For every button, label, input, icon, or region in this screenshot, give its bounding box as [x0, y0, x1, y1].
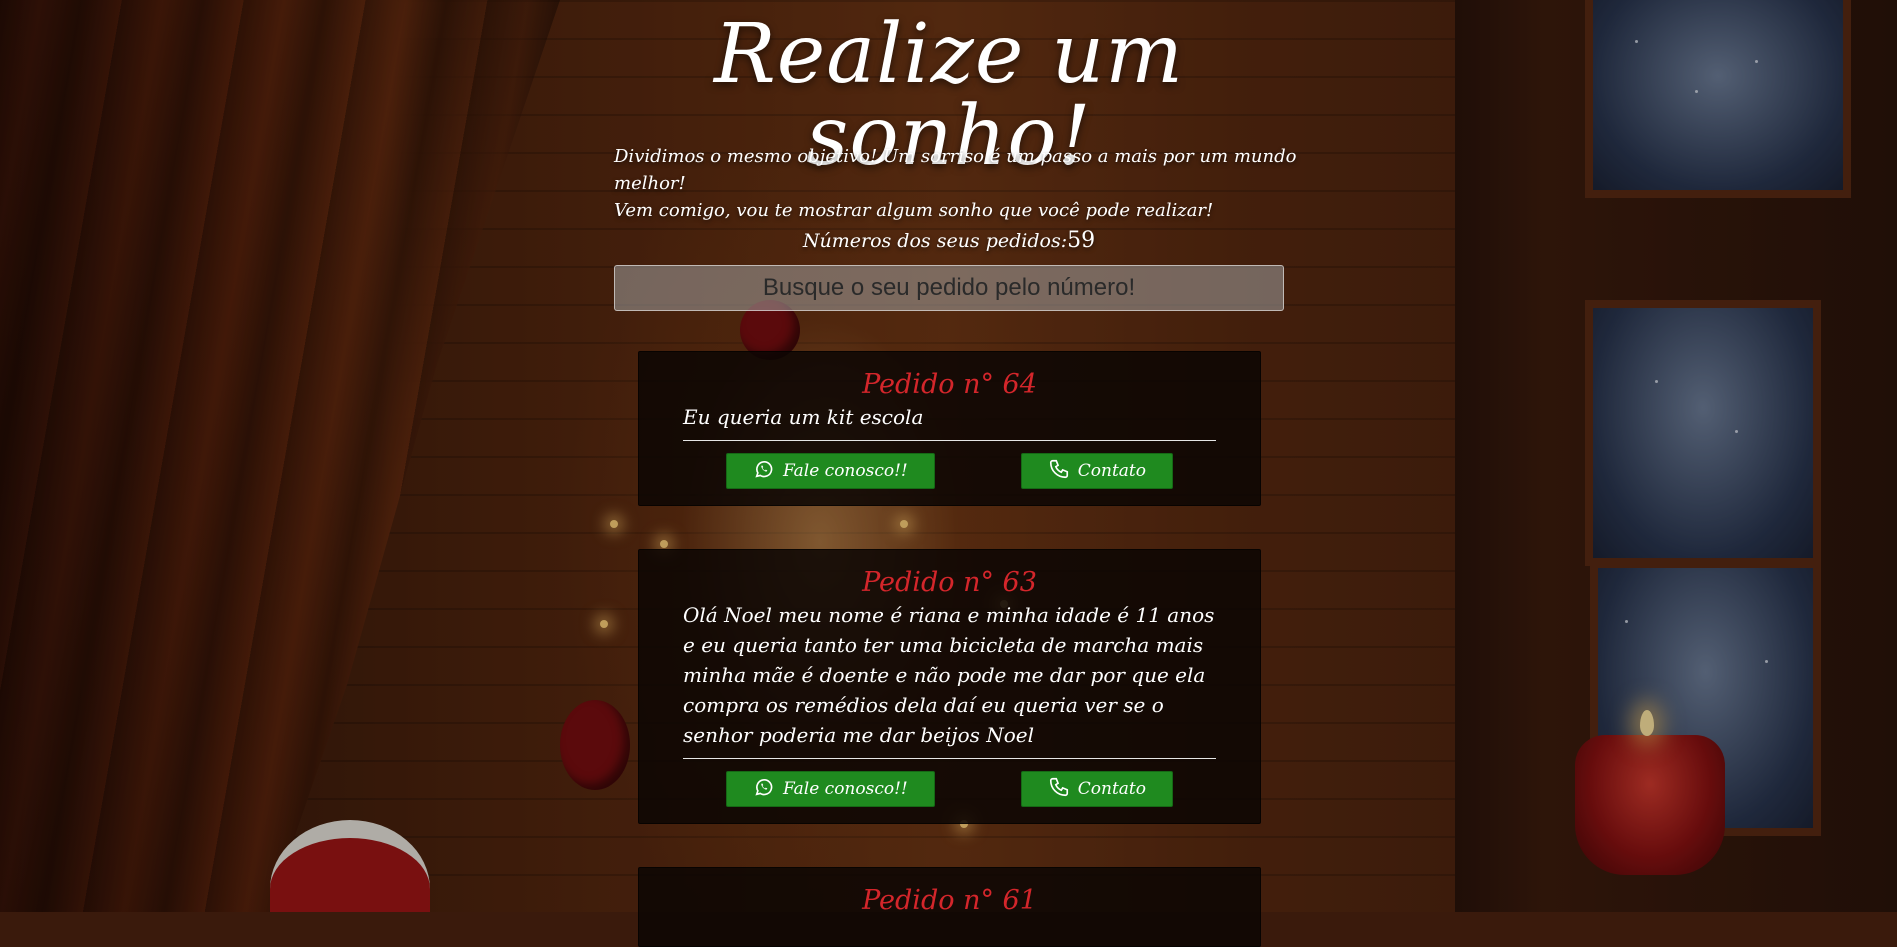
order-text: Olá Noel meu nome é riana e minha idade …	[683, 600, 1216, 759]
contact-button[interactable]: Contato	[1020, 453, 1173, 489]
whatsapp-button-label: Fale conosco!!	[783, 461, 908, 481]
whatsapp-icon	[753, 458, 775, 485]
order-text: Eu queria um kit escola	[683, 402, 1216, 441]
whatsapp-button[interactable]: Fale conosco!!	[726, 453, 935, 489]
order-title: Pedido n° 61	[862, 885, 1037, 916]
order-card: Pedido n° 63 Olá Noel meu nome é riana e…	[638, 549, 1261, 824]
phone-icon	[1048, 458, 1070, 485]
contact-button-label: Contato	[1077, 461, 1146, 481]
order-title: Pedido n° 63	[862, 567, 1037, 598]
order-actions: Fale conosco!! Contato	[683, 759, 1216, 807]
subtitle-line-2: Vem comigo, vou te mostrar algum sonho q…	[614, 200, 1214, 221]
order-card: Pedido n° 61	[638, 867, 1261, 947]
order-title: Pedido n° 64	[862, 369, 1037, 400]
order-actions: Fale conosco!! Contato	[683, 441, 1216, 489]
whatsapp-button-label: Fale conosco!!	[783, 779, 908, 799]
hero-subtitle: Dividimos o mesmo objetivo! Um sorriso é…	[614, 143, 1304, 224]
whatsapp-icon	[753, 776, 775, 803]
orders-count: Números dos seus pedidos:59	[614, 228, 1284, 253]
orders-count-value: 59	[1067, 228, 1096, 253]
whatsapp-button[interactable]: Fale conosco!!	[726, 771, 935, 807]
order-card: Pedido n° 64 Eu queria um kit escola Fal…	[638, 351, 1261, 506]
phone-icon	[1048, 776, 1070, 803]
search-input[interactable]	[614, 265, 1284, 311]
contact-button[interactable]: Contato	[1020, 771, 1173, 807]
subtitle-line-1: Dividimos o mesmo objetivo! Um sorriso é…	[614, 146, 1297, 194]
contact-button-label: Contato	[1077, 779, 1146, 799]
orders-count-label: Números dos seus pedidos:	[802, 230, 1068, 252]
